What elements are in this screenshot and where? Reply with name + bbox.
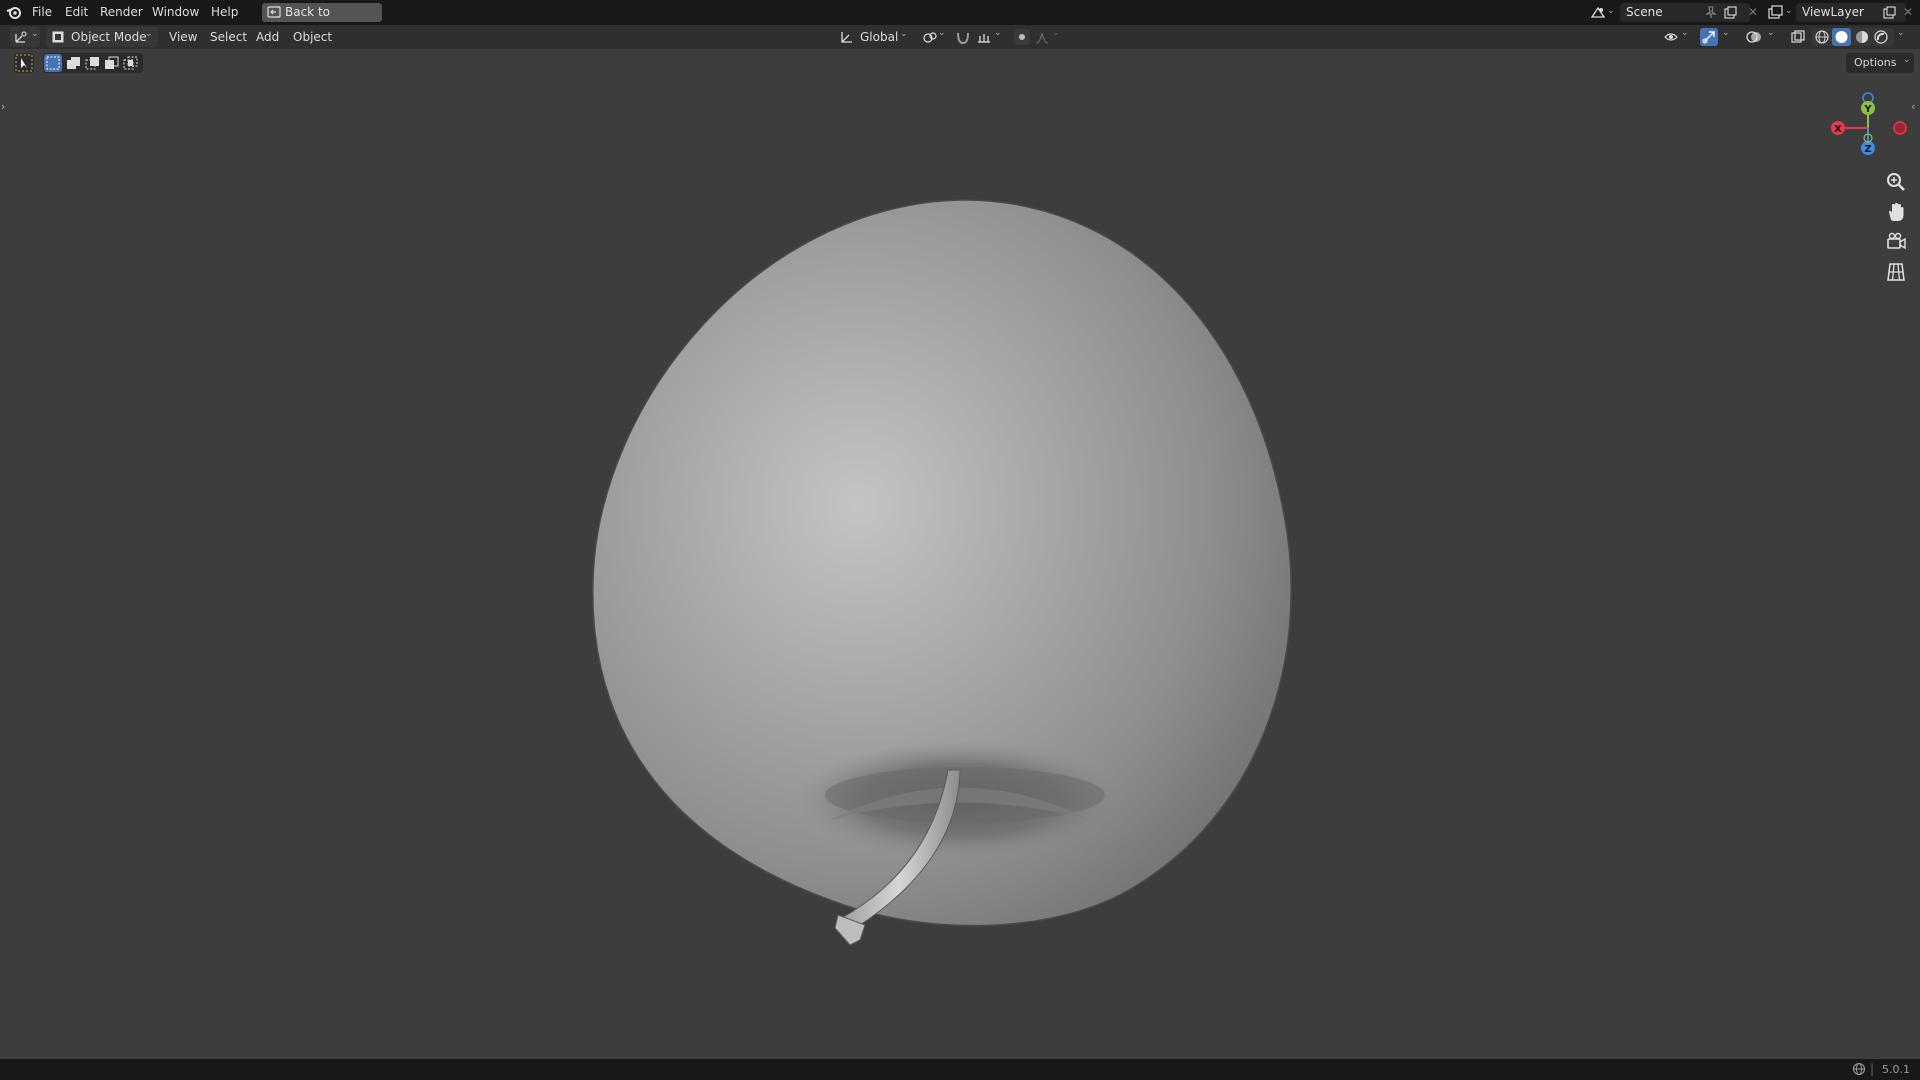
options-label: Options [1854, 56, 1897, 69]
solid-shading-icon [1835, 31, 1848, 43]
blender-logo-icon[interactable] [6, 4, 22, 20]
pan-hand-icon [1889, 203, 1904, 221]
view-layer-field[interactable]: ViewLayer [1796, 3, 1906, 22]
select-extend-icon[interactable] [64, 54, 82, 72]
viewport-3d-object[interactable] [560, 180, 1360, 950]
navigation-gizmo[interactable]: Y X Z [1820, 90, 1910, 165]
active-tool-button[interactable] [14, 53, 34, 73]
grid-ortho-icon [1887, 263, 1905, 281]
mode-label: Object Mode [71, 30, 147, 44]
wireframe-shading-icon[interactable] [1814, 29, 1830, 45]
chevron-down-icon: ⌄ [1903, 55, 1911, 65]
camera-view-button[interactable] [1884, 230, 1908, 254]
blender-version: 5.0.1 [1882, 1063, 1910, 1076]
delete-scene-icon[interactable]: ✕ [1748, 5, 1758, 19]
menu-help[interactable]: Help [211, 0, 238, 25]
select-subtract-icon[interactable] [83, 54, 101, 72]
rendered-shading-icon[interactable] [1873, 29, 1889, 45]
toolbar-expand-arrow-icon[interactable]: › [1, 100, 5, 113]
status-bar: | 5.0.1 [0, 1059, 1920, 1080]
delete-view-layer-icon[interactable]: ✕ [1903, 5, 1913, 19]
proportional-editing-toggle[interactable] [1014, 29, 1030, 45]
xray-toggle-icon[interactable] [1790, 29, 1806, 45]
scene-name: Scene [1626, 5, 1663, 19]
mode-dropdown[interactable]: Object Mode ⌄ [46, 27, 158, 47]
gizmo-toggle[interactable] [1700, 28, 1718, 46]
falloff-curve-icon[interactable] [1034, 30, 1050, 45]
gizmo-icon [1702, 31, 1715, 44]
chevron-down-icon: ⌄ [31, 29, 39, 39]
view-layer-icon[interactable] [1768, 5, 1784, 20]
visibility-chevron-icon[interactable]: ⌄ [1681, 28, 1689, 38]
overlays-chevron-icon[interactable]: ⌄ [1767, 28, 1775, 38]
menu-select[interactable]: Select [210, 25, 247, 49]
scene-name-field[interactable]: Scene [1620, 3, 1750, 22]
network-globe-icon[interactable] [1852, 1062, 1868, 1077]
snap-increment-icon[interactable] [976, 30, 992, 45]
scene-dropdown-chevron-icon[interactable]: ⌄ [1607, 6, 1615, 16]
material-preview-icon[interactable] [1854, 29, 1870, 45]
select-cursor-icon [15, 54, 33, 72]
ortho-toggle-button[interactable] [1884, 260, 1908, 284]
solid-shading-button[interactable] [1832, 28, 1851, 46]
menu-file[interactable]: File [32, 0, 52, 25]
global-axes-icon [841, 32, 852, 43]
menu-add[interactable]: Add [256, 25, 279, 49]
chevron-down-icon: ⌄ [145, 29, 153, 39]
select-new-button[interactable] [44, 54, 62, 72]
menu-render[interactable]: Render [100, 0, 143, 25]
view-layer-name: ViewLayer [1802, 5, 1864, 19]
proportional-editing-icon [1019, 34, 1025, 40]
options-dropdown[interactable]: Options ⌄ [1846, 53, 1914, 73]
scene-icon[interactable] [1590, 5, 1606, 20]
zoom-button[interactable] [1884, 170, 1908, 194]
shading-chevron-icon[interactable]: ⌄ [1897, 28, 1905, 38]
back-screen-icon [267, 6, 281, 18]
falloff-chevron-icon[interactable]: ⌄ [1052, 28, 1060, 38]
menu-view[interactable]: View [169, 25, 197, 49]
select-intersect-icon[interactable] [121, 54, 139, 72]
pivot-point-icon[interactable] [922, 30, 938, 45]
menu-object[interactable]: Object [293, 25, 332, 49]
selection-mode-group [43, 53, 143, 73]
editor-type-dropdown[interactable]: ⌄ [10, 27, 40, 47]
snap-chevron-icon[interactable]: ⌄ [994, 28, 1002, 38]
select-invert-icon[interactable] [102, 54, 120, 72]
zoom-icon [1887, 173, 1905, 191]
gizmo-neg-x-icon[interactable] [1893, 121, 1907, 135]
status-separator: | [1870, 1062, 1875, 1076]
snap-toggle-icon[interactable] [955, 30, 971, 45]
new-scene-icon[interactable] [1724, 6, 1737, 19]
select-new-icon [46, 56, 60, 70]
shading-mode-group [1812, 28, 1894, 46]
pivot-chevron-icon[interactable]: ⌄ [938, 28, 946, 38]
object-mode-icon [52, 31, 64, 43]
gizmo-x-label: X [1834, 124, 1842, 135]
gizmo-chevron-icon[interactable]: ⌄ [1722, 28, 1730, 38]
transform-orientation-dropdown[interactable]: Global ⌄ [836, 27, 912, 47]
pin-icon[interactable] [1705, 6, 1717, 19]
gizmo-z-label: Z [1864, 144, 1871, 155]
top-menu-bar: File Edit Render Window Help Back to Pre… [0, 0, 1920, 38]
camera-view-icon [1887, 232, 1906, 250]
3d-viewport-icon [15, 31, 27, 43]
transform-orientation-label: Global [860, 30, 899, 44]
view-layer-dropdown-chevron-icon[interactable]: ⌄ [1785, 6, 1793, 16]
gizmo-y-label: Y [1863, 104, 1872, 115]
chevron-down-icon: ⌄ [900, 29, 908, 39]
menu-edit[interactable]: Edit [65, 0, 88, 25]
menu-window[interactable]: Window [152, 0, 199, 25]
viewport-header: ⌄ Object Mode ⌄ View Select Add Object G… [0, 25, 1920, 49]
new-view-layer-icon[interactable] [1883, 6, 1896, 19]
overlays-icon[interactable] [1745, 29, 1763, 45]
object-visibility-icon[interactable] [1663, 29, 1679, 45]
back-to-previous-button[interactable]: Back to Previous [262, 3, 382, 38]
sidebar-expand-arrow-icon[interactable]: ‹ [1911, 100, 1915, 113]
pan-button[interactable] [1884, 200, 1908, 224]
